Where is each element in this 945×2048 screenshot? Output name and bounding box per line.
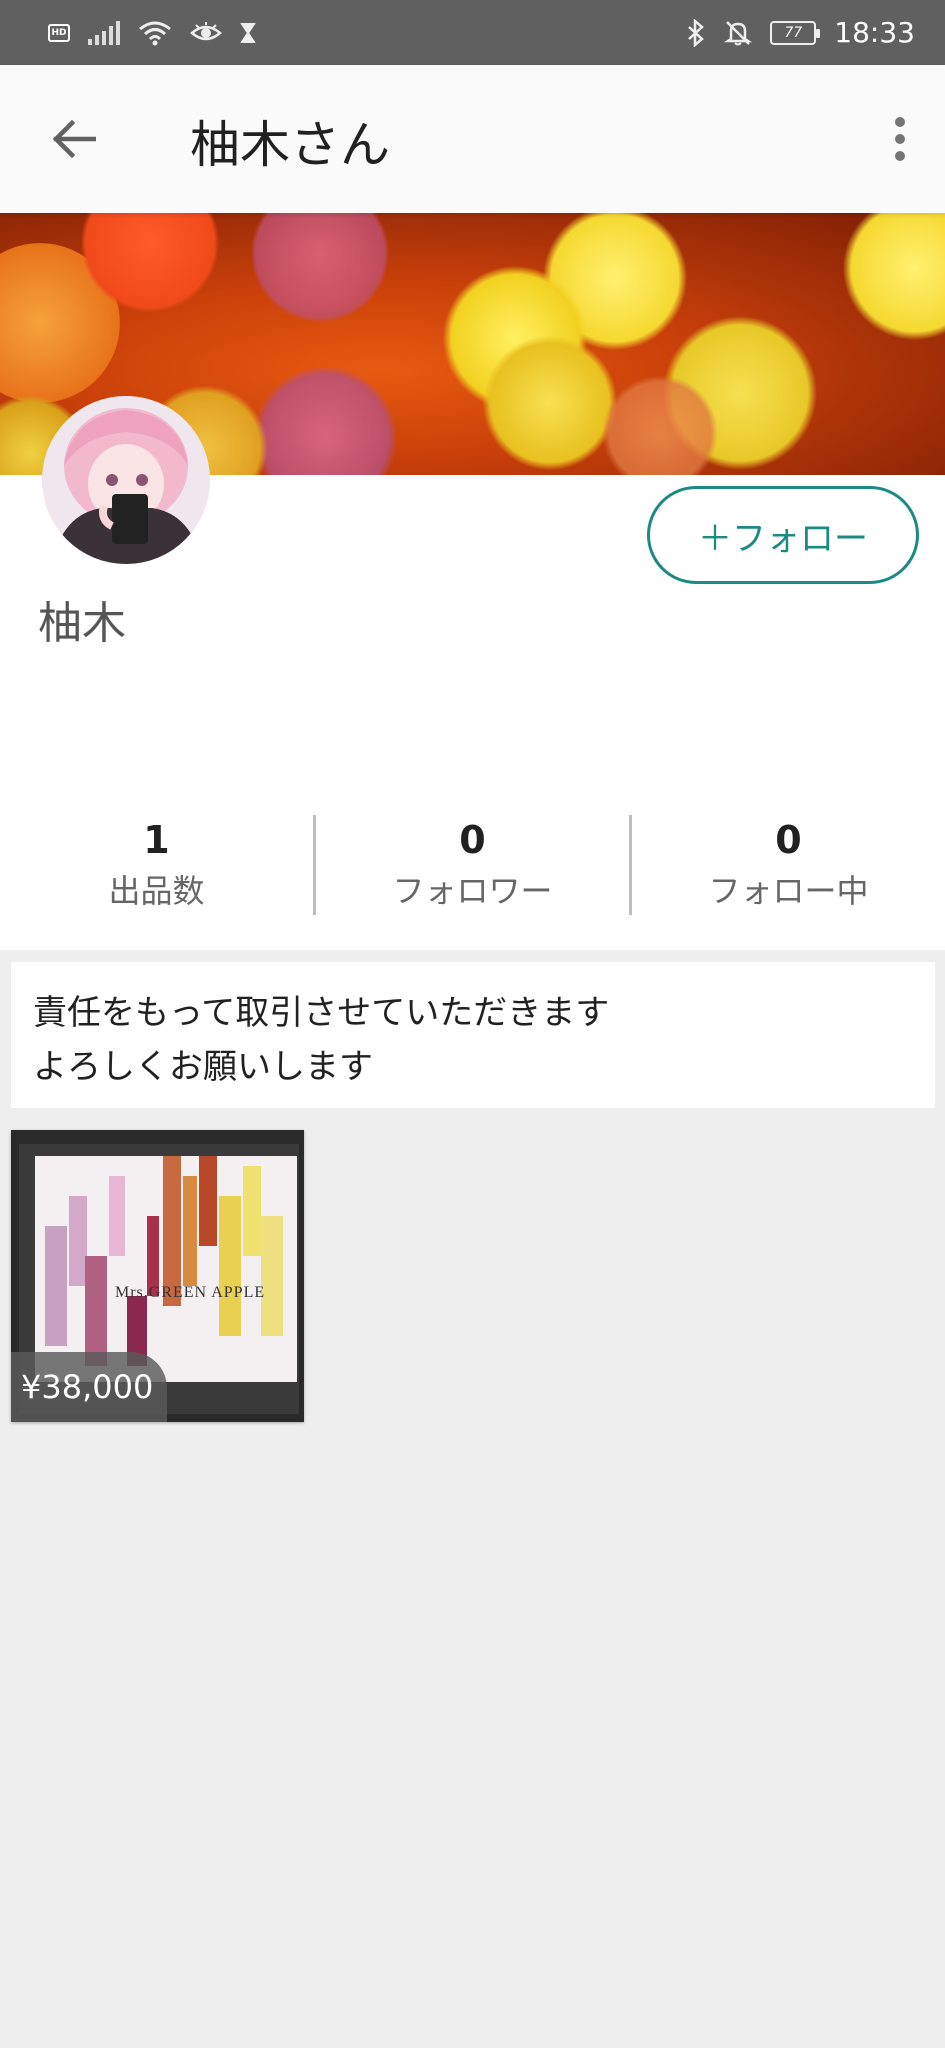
page-title: 柚木さん: [190, 116, 390, 174]
hd-icon: HD: [48, 23, 70, 42]
cd-cover-text: Mrs.GREEN APPLE: [115, 1284, 266, 1301]
status-bar: HD 77 18:33: [0, 0, 945, 65]
stat-listings[interactable]: 1 出品数: [0, 805, 313, 925]
bell-off-icon: [724, 20, 753, 45]
item-card[interactable]: Mrs.GREEN APPLE ¥38,000: [11, 1130, 304, 1422]
stat-label: 出品数: [108, 872, 205, 910]
follow-button[interactable]: ＋フォロー: [647, 486, 919, 584]
more-vert-icon: [895, 117, 905, 127]
stat-following[interactable]: 0 フォロー中: [632, 805, 945, 925]
price-badge: ¥38,000: [11, 1352, 168, 1422]
bio-card: 責任をもって取引させていただきます よろしくお願いします: [11, 962, 935, 1108]
stats-row: 1 出品数 0 フォロワー 0 フォロー中: [0, 805, 945, 925]
status-right: 77 18:33: [686, 16, 915, 49]
stat-count: 0: [775, 818, 802, 862]
stat-label: フォロワー: [392, 872, 553, 910]
stat-count: 0: [459, 818, 486, 862]
cd-cover-art: Mrs.GREEN APPLE: [35, 1156, 297, 1382]
hourglass-icon: [240, 22, 256, 43]
status-left: HD: [48, 20, 256, 46]
clock: 18:33: [834, 16, 915, 49]
avatar[interactable]: [42, 396, 210, 564]
battery-icon: 77: [770, 20, 821, 45]
back-button[interactable]: [40, 109, 106, 169]
wifi-icon: [139, 21, 171, 45]
more-options-button[interactable]: [875, 109, 925, 169]
stat-followers[interactable]: 0 フォロワー: [316, 805, 629, 925]
arrow-left-icon: [52, 119, 96, 159]
stat-label: フォロー中: [708, 872, 869, 910]
avatar-illustration: [42, 396, 210, 564]
user-name: 柚木: [38, 598, 126, 649]
bio-line: 責任をもって取引させていただきます: [33, 993, 610, 1033]
app-bar: 柚木さん: [0, 65, 945, 213]
bio-line: よろしくお願いします: [33, 1047, 373, 1087]
eye-icon: [190, 21, 222, 40]
signal-icon: [88, 20, 120, 45]
stat-count: 1: [143, 818, 170, 862]
bluetooth-icon: [688, 18, 705, 47]
